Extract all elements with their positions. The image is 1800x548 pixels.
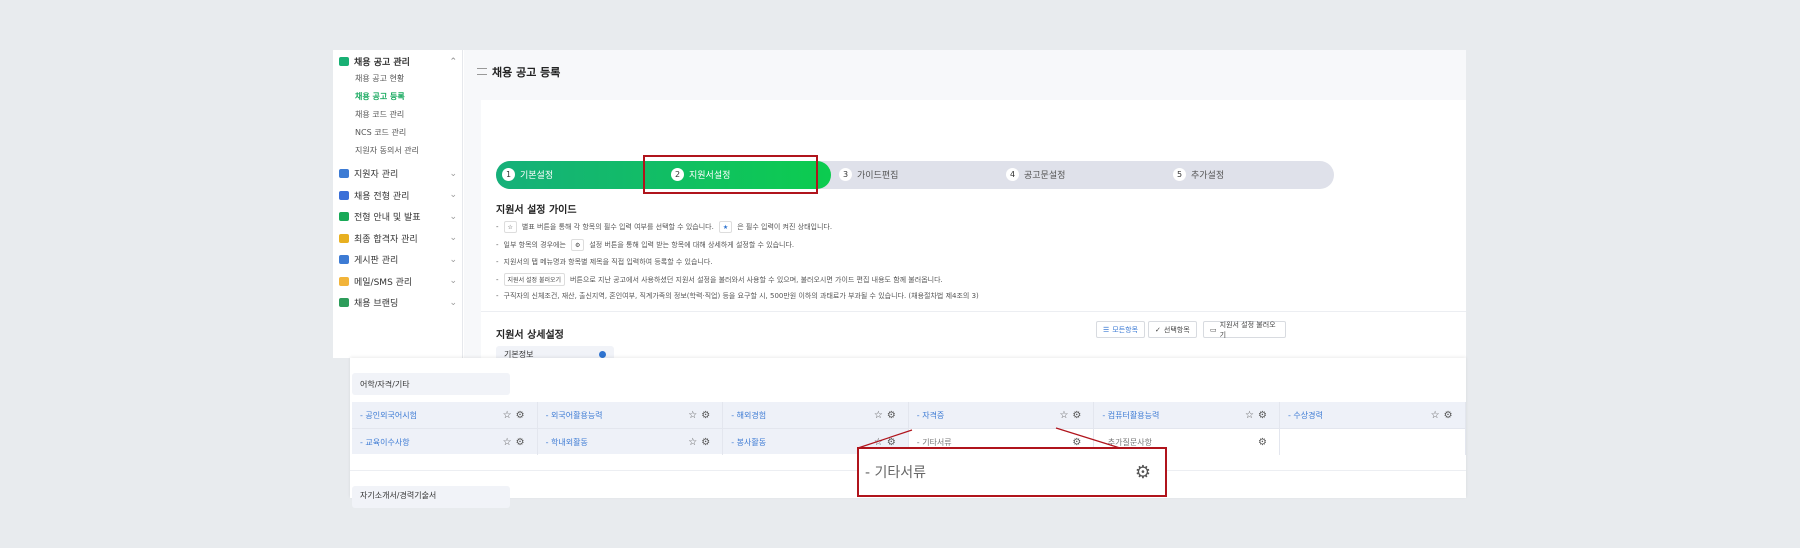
- callout-other-documents: - 기타서류 ⚙: [857, 447, 1167, 497]
- callout-line: [1055, 427, 1121, 449]
- callout-line: [857, 429, 913, 449]
- gear-icon[interactable]: ⚙: [1135, 462, 1151, 483]
- callout-label: - 기타서류: [865, 465, 927, 481]
